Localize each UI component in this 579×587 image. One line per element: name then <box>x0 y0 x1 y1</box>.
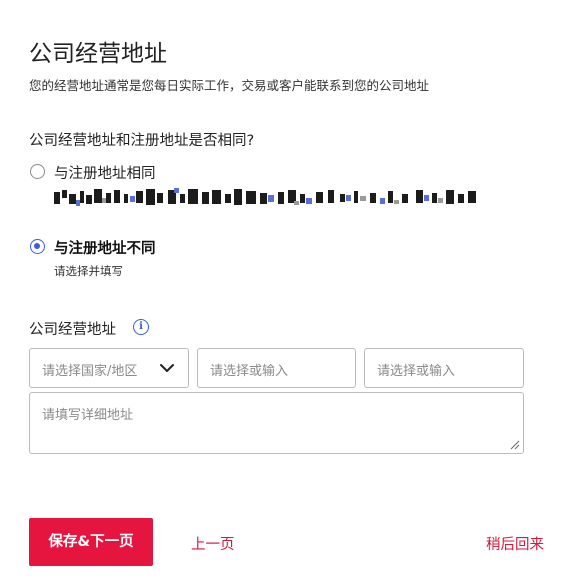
business-address-label: 公司经营地址 <box>29 322 116 338</box>
page-subtitle: 您的经营地址通常是您每日实际工作，交易或客户能联系到您的公司地址 <box>29 78 430 93</box>
info-icon[interactable]: i <box>133 319 149 335</box>
detail-address-textarea[interactable]: 请填写详细地址 <box>29 392 524 454</box>
city-input[interactable]: 请选择或输入 <box>364 348 524 388</box>
resize-handle-icon[interactable] <box>510 440 520 450</box>
city-placeholder: 请选择或输入 <box>377 364 456 379</box>
province-input[interactable]: 请选择或输入 <box>197 348 356 388</box>
save-next-button[interactable]: 保存&下一页 <box>29 518 153 566</box>
country-region-placeholder: 请选择国家/地区 <box>42 364 138 379</box>
country-region-select[interactable]: 请选择国家/地区 <box>29 348 189 388</box>
chevron-down-icon <box>160 364 174 372</box>
detail-address-placeholder: 请填写详细地址 <box>42 408 134 423</box>
radio-same-address[interactable] <box>30 164 45 179</box>
same-address-question: 公司经营地址和注册地址是否相同? <box>29 133 255 149</box>
radio-different-address[interactable] <box>30 239 45 254</box>
province-placeholder: 请选择或输入 <box>210 364 289 379</box>
previous-page-link[interactable]: 上一页 <box>191 533 235 554</box>
different-address-hint: 请选择并填写 <box>54 264 123 278</box>
option-different-address-label[interactable]: 与注册地址不同 <box>54 237 156 258</box>
page-title: 公司经营地址 <box>29 41 167 67</box>
come-back-later-link[interactable]: 稍后回来 <box>486 533 544 554</box>
option-same-address-label[interactable]: 与注册地址相同 <box>54 162 156 183</box>
redacted-registered-address <box>54 188 476 206</box>
